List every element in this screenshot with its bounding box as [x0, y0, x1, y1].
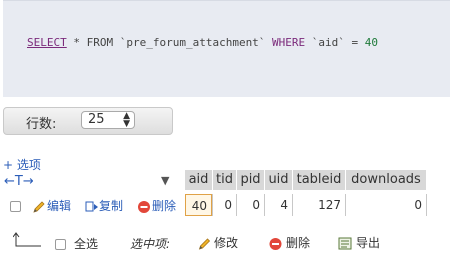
- cell-divider: [426, 194, 427, 216]
- sql-table-name: `pre_forum_attachment`: [119, 36, 266, 49]
- sql-value: 40: [364, 36, 379, 49]
- header-uid[interactable]: uid: [265, 170, 292, 190]
- edit-button[interactable]: 编辑: [32, 197, 71, 214]
- pencil-icon: [33, 200, 45, 213]
- select-all-checkbox[interactable]: [55, 239, 66, 250]
- sql-query-text: SELECT * FROM `pre_forum_attachment` WHE…: [27, 36, 378, 49]
- select-arrow-icon: [13, 232, 41, 247]
- rows-label: 行数:: [26, 117, 57, 132]
- bulk-export-button[interactable]: 导出: [336, 234, 380, 251]
- cell-tid[interactable]: 0: [213, 194, 236, 216]
- copy-icon: [85, 201, 98, 211]
- row-checkbox[interactable]: [10, 201, 21, 212]
- delete-icon: [138, 200, 150, 213]
- select-all-label[interactable]: 全选: [74, 235, 98, 252]
- bulk-delete-label: 删除: [286, 236, 311, 250]
- header-aid[interactable]: aid: [185, 170, 212, 190]
- header-pid[interactable]: pid: [237, 170, 264, 190]
- bulk-modify-button[interactable]: 修改: [196, 234, 238, 251]
- edit-label: 编辑: [47, 199, 72, 213]
- cell-pid[interactable]: 0: [237, 194, 264, 216]
- bulk-modify-label: 修改: [214, 236, 239, 250]
- column-move-arrows[interactable]: ←T→: [4, 174, 34, 189]
- copy-label: 复制: [99, 199, 124, 213]
- sql-query-box: SELECT * FROM `pre_forum_attachment` WHE…: [3, 0, 450, 97]
- cell-downloads[interactable]: 0: [346, 194, 426, 216]
- sql-equals: =: [344, 36, 365, 49]
- header-tid[interactable]: tid: [213, 170, 236, 190]
- copy-button[interactable]: 复制: [85, 197, 123, 214]
- with-selected-label: 选中项:: [130, 237, 171, 251]
- sql-column-name: `aid`: [311, 36, 345, 49]
- delete-label: 删除: [152, 199, 177, 213]
- pencil-icon: [198, 237, 211, 250]
- sort-dropdown-icon[interactable]: ▼: [161, 174, 169, 187]
- sql-star-from: * FROM: [66, 36, 120, 49]
- cell-tableid[interactable]: 127: [293, 194, 345, 216]
- bulk-export-label: 导出: [356, 236, 381, 250]
- header-downloads[interactable]: downloads: [346, 170, 426, 190]
- select-arrows-icon: ▲ ▼: [123, 111, 130, 129]
- cell-uid[interactable]: 4: [265, 194, 292, 216]
- export-icon: [338, 237, 352, 249]
- rows-select-value: 25: [88, 112, 105, 127]
- rows-select[interactable]: 25 ▲ ▼: [81, 111, 135, 129]
- options-link[interactable]: + 选项: [3, 156, 41, 173]
- cell-aid[interactable]: 40: [185, 194, 212, 216]
- header-tableid[interactable]: tableid: [293, 170, 345, 190]
- bulk-delete-button[interactable]: 删除: [266, 234, 310, 251]
- rows-per-page-bar: 行数: 25 ▲ ▼: [3, 107, 173, 135]
- sql-where-keyword: WHERE: [265, 36, 312, 49]
- sql-select-keyword[interactable]: SELECT: [27, 36, 67, 49]
- delete-icon: [269, 237, 282, 250]
- delete-button[interactable]: 删除: [137, 197, 176, 214]
